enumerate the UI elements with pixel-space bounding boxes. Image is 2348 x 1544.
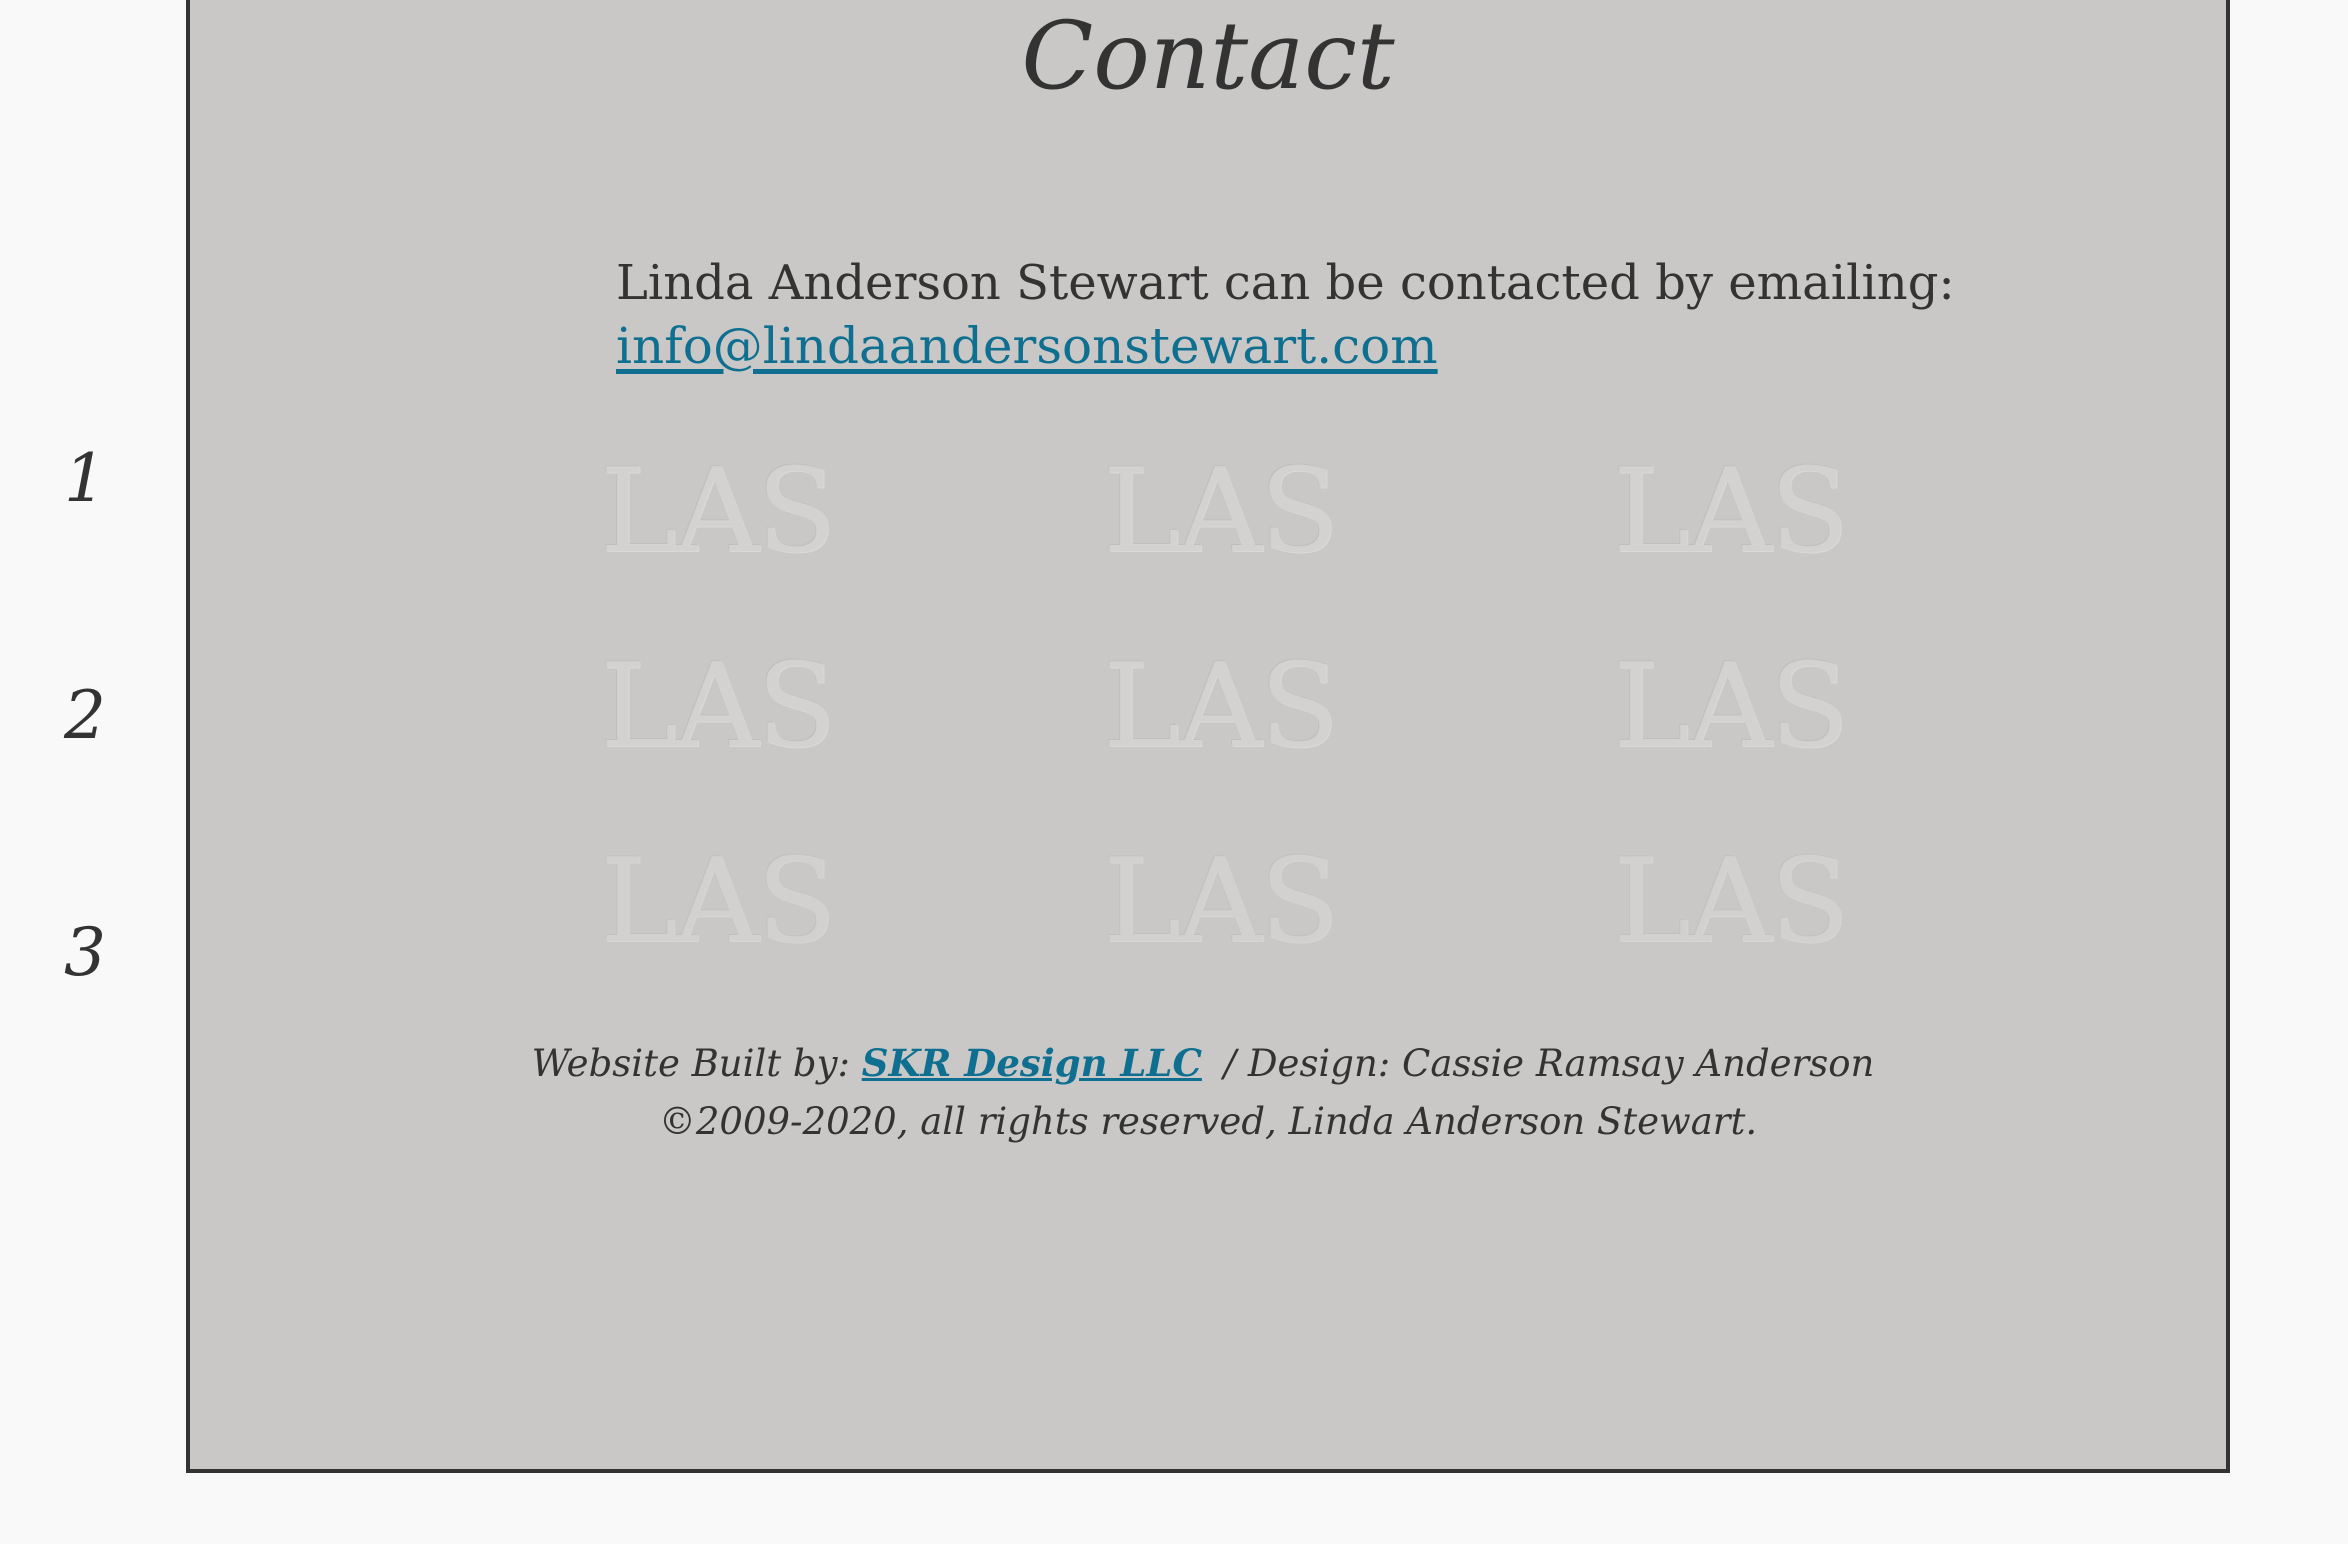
side-navigation: 1 2 3 — [0, 0, 188, 1544]
watermark-grid: LAS LAS LAS LAS LAS LAS LAS LAS LAS — [600, 444, 1849, 969]
watermark-logo: LAS — [600, 444, 836, 579]
footer: Website Built by: SKR Design LLC / Desig… — [190, 1034, 2226, 1151]
side-nav-item-1[interactable]: 1 — [0, 446, 170, 512]
built-by-label: Website Built by: — [531, 1042, 850, 1085]
side-nav-item-3[interactable]: 3 — [0, 920, 170, 986]
footer-credits-line: Website Built by: SKR Design LLC / Desig… — [190, 1034, 2226, 1093]
watermark-logo: LAS — [1613, 444, 1849, 579]
skr-design-link[interactable]: SKR Design LLC — [862, 1041, 1202, 1085]
email-link[interactable]: info@lindaandersonstewart.com — [616, 314, 1438, 378]
watermark-logo: LAS — [1103, 834, 1339, 969]
design-credit: / Design: Cassie Ramsay Anderson — [1223, 1042, 1875, 1085]
watermark-logo: LAS — [600, 834, 836, 969]
side-nav-item-2[interactable]: 2 — [0, 683, 170, 749]
content-panel: Contact Linda Anderson Stewart can be co… — [186, 0, 2230, 1473]
watermark-logo: LAS — [600, 639, 836, 774]
watermark-logo: LAS — [1103, 639, 1339, 774]
contact-text: Linda Anderson Stewart can be contacted … — [616, 255, 1955, 311]
page-title: Contact — [1021, 2, 1395, 111]
watermark-logo: LAS — [1613, 639, 1849, 774]
copyright-text: ©2009-2020, all rights reserved, Linda A… — [658, 1100, 1758, 1143]
watermark-logo: LAS — [1103, 444, 1339, 579]
watermark-logo: LAS — [1613, 834, 1849, 969]
